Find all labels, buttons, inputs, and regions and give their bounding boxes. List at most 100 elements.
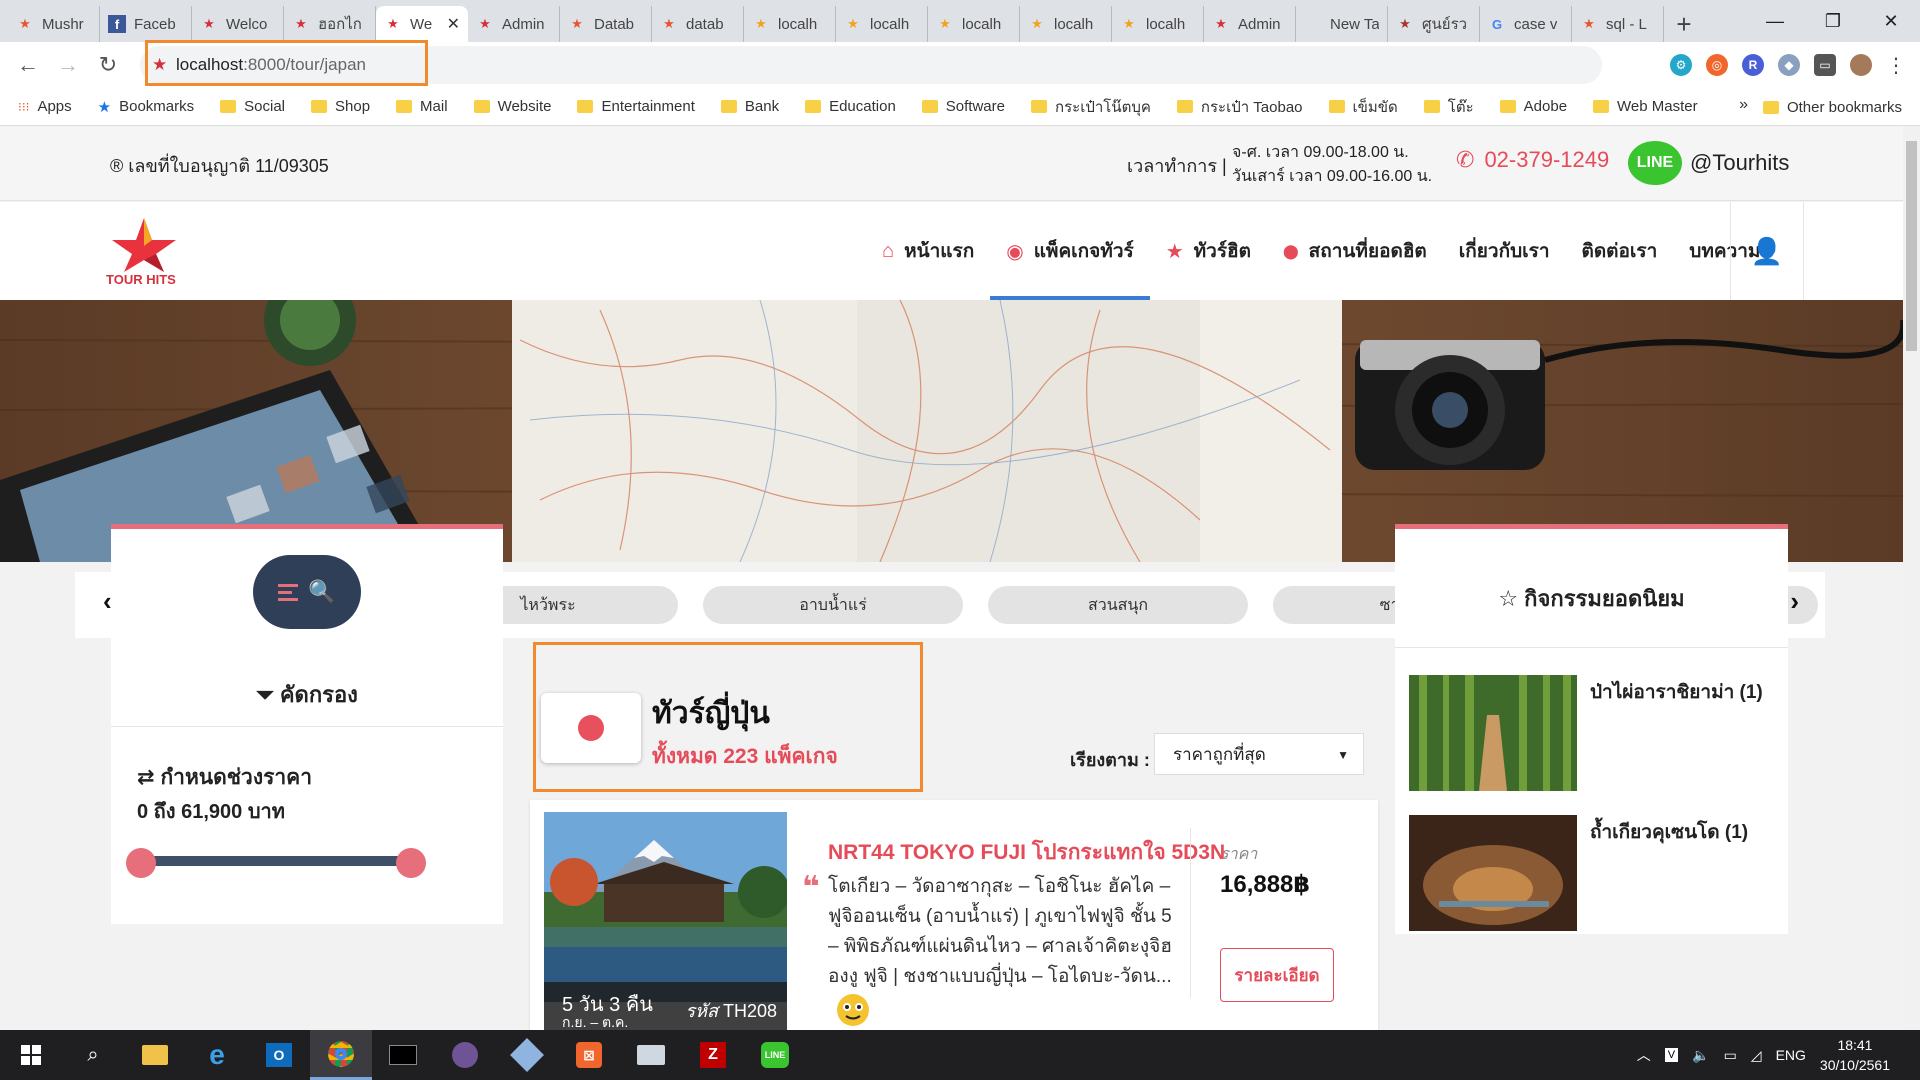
browser-tab[interactable]: f Faceb [100, 6, 192, 42]
internet-explorer-icon[interactable]: e [186, 1030, 248, 1080]
chat-extension-icon[interactable]: ▭ [1814, 54, 1836, 76]
activity-image-bamboo[interactable] [1409, 675, 1577, 791]
new-tab-button[interactable]: + [1664, 6, 1704, 42]
line-contact-link[interactable]: LINE @Tourhits [1628, 141, 1789, 185]
maximize-button[interactable]: ❐ [1804, 0, 1862, 42]
bookmark-item[interactable]: Web Master [1593, 98, 1698, 115]
github-icon[interactable] [434, 1030, 496, 1080]
browser-tab[interactable]: ★ Welco [192, 6, 284, 42]
tourhits-star-icon: ★ [387, 16, 399, 31]
bookmark-item[interactable]: ⁝⁝⁝ Apps [18, 98, 72, 115]
other-bookmarks[interactable]: Other bookmarks [1762, 88, 1902, 126]
reload-button[interactable]: ↻ [88, 45, 128, 85]
bookmark-item[interactable]: Adobe [1499, 98, 1567, 115]
chrome-taskbar-icon[interactable] [310, 1030, 372, 1080]
bookmark-item[interactable]: Website [473, 98, 551, 115]
browser-tab[interactable]: ★ Mushr [8, 6, 100, 42]
browser-tab[interactable]: ★ sql - L [1572, 6, 1664, 42]
category-pill[interactable]: สวนสนุก [988, 586, 1248, 624]
search-taskbar-icon[interactable]: ⌕ [62, 1030, 124, 1080]
browser-tab[interactable]: ★ localh [1020, 6, 1112, 42]
price-slider-track[interactable] [141, 856, 411, 866]
browser-tab[interactable]: ★ Admin [468, 6, 560, 42]
activity-name[interactable]: ป่าไผ่อาราชิยาม่า (1) [1590, 677, 1763, 707]
activity-image-cave[interactable] [1409, 815, 1577, 931]
tab-close-icon[interactable]: ✕ [447, 14, 460, 34]
bookmarks-overflow-button[interactable]: » [1739, 96, 1748, 114]
browser-tab[interactable]: ★ Admin [1204, 6, 1296, 42]
chevron-up-icon[interactable]: ︿ [1637, 1045, 1651, 1065]
back-button[interactable]: ← [8, 45, 48, 85]
bookmark-item[interactable]: Mail [396, 98, 448, 115]
kebab-menu-icon[interactable]: ⋮ [1886, 53, 1906, 78]
close-window-button[interactable]: ✕ [1862, 0, 1920, 42]
price-slider-max-handle[interactable] [396, 848, 426, 878]
xampp-icon[interactable]: ⊠ [558, 1030, 620, 1080]
nav-item[interactable]: ⌂ หน้าแรก [866, 202, 990, 300]
tour-title-link[interactable]: NRT44 TOKYO FUJI โปรกระแทกใจ 5D3N [828, 836, 1225, 869]
nav-item[interactable]: ⬤ สถานที่ยอดฮิต [1267, 202, 1443, 300]
browser-tab[interactable]: ★ We ✕ [376, 6, 468, 42]
nav-item[interactable]: ◉ แพ็คเกจทัวร์ [990, 202, 1151, 300]
bookmark-item[interactable]: Software [921, 98, 1005, 115]
activity-name[interactable]: ถ้ำเกียวคุเซนโด (1) [1590, 817, 1748, 847]
bookmark-item[interactable]: Education [805, 98, 896, 115]
search-toggle-button[interactable]: 🔍 [253, 555, 361, 629]
filezilla-icon[interactable]: Z [682, 1030, 744, 1080]
bookmark-item[interactable]: กระเป๋า Taobao [1176, 95, 1303, 119]
volume-icon[interactable]: 🔈 [1692, 1047, 1709, 1064]
shield-extension-icon[interactable]: R [1742, 54, 1764, 76]
browser-tab[interactable]: ★ localh [1112, 6, 1204, 42]
bookmark-item[interactable]: เข็มขัด [1328, 95, 1398, 119]
tour-image[interactable] [544, 812, 787, 1002]
browser-tab[interactable]: New Tab [1296, 6, 1388, 42]
browser-tab[interactable]: ★ Datab [560, 6, 652, 42]
outlook-icon[interactable]: O [248, 1030, 310, 1080]
site-logo[interactable]: TOUR HITS [104, 216, 184, 287]
nav-item[interactable]: ★ ทัวร์ฮิต [1150, 202, 1267, 300]
file-explorer-icon[interactable] [124, 1030, 186, 1080]
sort-dropdown[interactable]: ราคาถูกที่สุด ▼ [1154, 733, 1364, 775]
browser-tab[interactable]: ★ localh [744, 6, 836, 42]
battery-icon[interactable]: ▭ [1724, 1047, 1737, 1064]
forward-button[interactable]: → [48, 45, 88, 85]
bookmark-item[interactable]: โต๊ะ [1423, 95, 1474, 119]
bookmark-item[interactable]: Entertainment [577, 98, 695, 115]
clock[interactable]: 18:41 30/10/2561 [1820, 1035, 1890, 1075]
tray-app-icon[interactable]: V [1664, 1048, 1679, 1062]
category-pill[interactable]: อาบน้ำแร่ [703, 586, 963, 624]
page-scrollbar[interactable] [1903, 127, 1920, 1030]
avatar[interactable] [1850, 54, 1872, 76]
carousel-next-icon[interactable]: › [1790, 586, 1799, 617]
start-button[interactable] [0, 1030, 62, 1080]
user-account-button[interactable]: 👤 [1730, 202, 1804, 300]
terminal-icon[interactable] [372, 1030, 434, 1080]
remote-desktop-icon[interactable] [620, 1030, 682, 1080]
language-indicator[interactable]: ENG [1776, 1047, 1806, 1063]
bookmark-item[interactable]: Shop [311, 98, 370, 115]
price-slider-min-handle[interactable] [126, 848, 156, 878]
details-button[interactable]: รายละเอียด [1220, 948, 1334, 1002]
phone-link[interactable]: ✆ 02-379-1249 [1456, 147, 1609, 173]
wifi-icon[interactable]: ◿ [1751, 1047, 1762, 1064]
browser-tab[interactable]: ★ localh [928, 6, 1020, 42]
bookmark-item[interactable]: Bank [720, 98, 779, 115]
orange-extension-icon[interactable]: ◎ [1706, 54, 1728, 76]
minimize-button[interactable]: — [1746, 0, 1804, 42]
browser-tab[interactable]: ★ localh [836, 6, 928, 42]
bookmark-item[interactable]: Social [220, 98, 285, 115]
virtualbox-icon[interactable] [496, 1030, 558, 1080]
nav-item[interactable]: เกี่ยวกับเรา [1443, 202, 1566, 300]
divider [111, 726, 503, 727]
bookmark-item[interactable]: ★ Bookmarks [98, 98, 194, 116]
browser-tab[interactable]: ★ datab [652, 6, 744, 42]
browser-tab[interactable]: ★ ฮอกไก [284, 6, 376, 42]
browser-tab[interactable]: Gcase v [1480, 6, 1572, 42]
tab-title: datab [686, 15, 724, 33]
dropbox-extension-icon[interactable]: ◆ [1778, 54, 1800, 76]
browser-tab[interactable]: ★ ศูนย์รว [1388, 6, 1480, 42]
bookmark-item[interactable]: กระเป๋าโน๊ตบุค [1031, 95, 1151, 119]
gear-extension-icon[interactable]: ⚙ [1670, 54, 1692, 76]
nav-item[interactable]: ติดต่อเรา [1566, 202, 1674, 300]
line-app-icon[interactable]: LINE [744, 1030, 806, 1080]
